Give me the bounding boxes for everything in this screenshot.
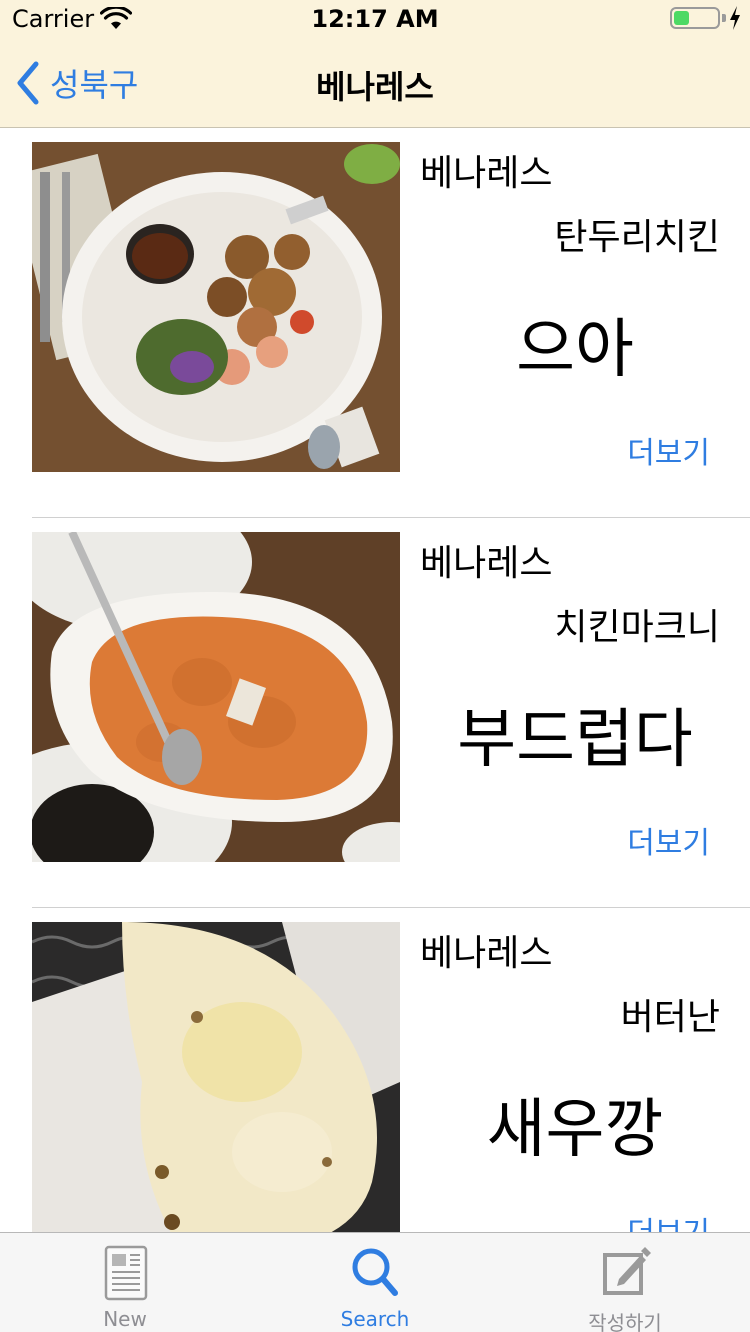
tab-bar: New Search 작성하기 (0, 1232, 750, 1332)
restaurant-name: 베나레스 (420, 933, 553, 974)
tab-new[interactable]: New (0, 1233, 250, 1332)
food-photo-butter-naan (32, 922, 400, 1232)
tab-compose-label: 작성하기 (588, 1311, 662, 1332)
battery-level (674, 11, 689, 25)
more-button[interactable]: 더보기 (627, 428, 710, 472)
review-cell[interactable]: 베나레스 탄두리치킨 으아 더보기 (0, 128, 750, 518)
tab-search[interactable]: Search (250, 1233, 500, 1332)
menu-name: 치킨마크니 (554, 607, 720, 648)
review-cell[interactable]: 베나레스 버터난 새우깡 더보기 (0, 908, 750, 1232)
status-bar: Carrier 12:17 AM (0, 0, 750, 40)
restaurant-name: 베나레스 (420, 153, 553, 194)
review-cell[interactable]: 베나레스 치킨마크니 부드럽다 더보기 (0, 518, 750, 908)
menu-name: 버터난 (620, 997, 720, 1038)
more-button[interactable]: 더보기 (627, 818, 710, 862)
review-text: 으아 (516, 313, 634, 387)
tab-compose[interactable]: 작성하기 (500, 1233, 750, 1332)
restaurant-name: 베나레스 (420, 543, 553, 584)
compose-icon (603, 1247, 651, 1295)
food-photo-tandoori-chicken (32, 142, 400, 472)
more-button[interactable]: 더보기 (627, 1208, 710, 1232)
review-list[interactable]: 베나레스 탄두리치킨 으아 더보기 베나레스 치킨마크니 부드럽다 더보기 베나… (0, 128, 750, 1232)
battery-icon (670, 7, 720, 29)
newspaper-icon (104, 1245, 148, 1301)
battery-tip (722, 14, 726, 22)
tab-new-label: New (103, 1307, 147, 1331)
menu-name: 탄두리치킨 (554, 217, 720, 258)
tab-search-label: Search (340, 1307, 410, 1331)
header: Carrier 12:17 AM 성북구 베나레스 (0, 0, 750, 128)
status-time: 12:17 AM (311, 5, 439, 33)
review-text: 새우깡 (486, 1093, 664, 1167)
navigation-bar: 성북구 베나레스 (0, 40, 750, 128)
search-icon (352, 1248, 398, 1296)
review-text: 부드럽다 (457, 703, 693, 777)
page-title: 베나레스 (316, 68, 434, 106)
charging-bolt-icon (730, 6, 740, 30)
food-photo-chicken-makhani (32, 532, 400, 862)
